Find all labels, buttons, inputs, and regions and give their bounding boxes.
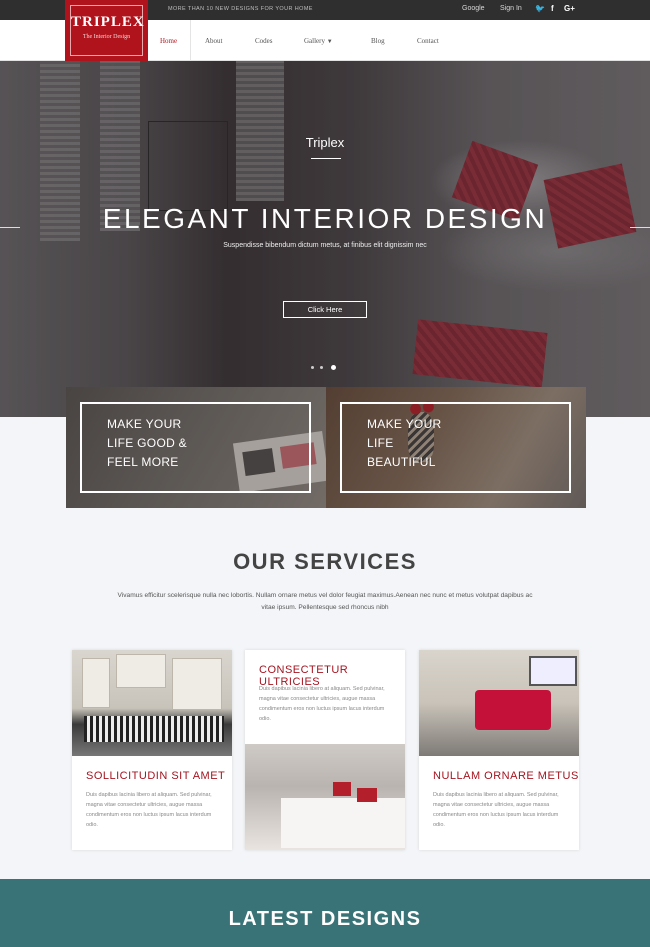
logo-subtitle: The Interior Design	[82, 34, 131, 40]
card-text: Duis dapibus lacinia libero at aliquam. …	[433, 792, 559, 828]
slider-dot-1[interactable]	[311, 366, 314, 369]
hero-small-title: Triplex	[305, 135, 345, 150]
latest-designs-section: LATEST DESIGNS	[0, 879, 650, 947]
living-window	[529, 656, 577, 686]
service-card-2[interactable]: CONSECTETUR ULTRICIES Duis dapibus lacin…	[245, 650, 405, 850]
kitchen-cabinet	[172, 658, 222, 710]
feature-box-1[interactable]: MAKE YOUR LIFE GOOD & FEEL MORE	[66, 387, 326, 508]
feature-line: LIFE	[367, 436, 394, 450]
tagline: MORE THAN 10 NEW DESIGNS FOR YOUR HOME	[168, 6, 313, 12]
logo-frame: TRIPLEX The Interior Design	[70, 5, 145, 56]
nav-divider	[190, 20, 191, 61]
nav-codes[interactable]: Codes	[255, 37, 273, 45]
nav-home[interactable]: Home	[160, 37, 177, 45]
living-sofa	[475, 690, 551, 730]
feature-line: MAKE YOUR	[107, 417, 182, 431]
feature-text-1: MAKE YOUR LIFE GOOD & FEEL MORE	[107, 415, 187, 472]
twitter-icon[interactable]: 🐦	[535, 4, 545, 13]
services-description: Vivamus efficitur scelerisque nulla nec …	[117, 592, 533, 611]
feature-box-2[interactable]: MAKE YOUR LIFE BEAUTIFUL	[326, 387, 586, 508]
latest-designs-title: LATEST DESIGNS	[228, 908, 422, 930]
kitchen-tiles	[84, 716, 224, 742]
google-link[interactable]: Google	[462, 5, 485, 12]
kitchen-cabinet	[116, 654, 166, 688]
feature-line: LIFE GOOD &	[107, 436, 187, 450]
hero-overlay	[0, 61, 650, 417]
slider-dot-3[interactable]	[331, 365, 336, 370]
site-logo[interactable]: TRIPLEX The Interior Design	[65, 0, 148, 61]
service-card-1[interactable]: SOLLICITUDIN SIT AMET Duis dapibus lacin…	[72, 650, 232, 850]
card-image-bedroom	[245, 744, 405, 850]
nav-blog[interactable]: Blog	[371, 37, 385, 45]
card-text: Duis dapibus lacinia libero at aliquam. …	[259, 686, 385, 722]
card-title: SOLLICITUDIN SIT AMET	[86, 770, 226, 782]
nav-contact[interactable]: Contact	[417, 37, 439, 45]
hero-title: ELEGANT INTERIOR DESIGN	[102, 203, 548, 234]
hero-underline	[311, 158, 341, 159]
slider-dot-2[interactable]	[320, 366, 323, 369]
facebook-icon[interactable]: f	[551, 4, 554, 13]
bedroom-pillow	[333, 782, 351, 796]
card-title: NULLAM ORNARE METUS	[433, 770, 579, 782]
feature-line: MAKE YOUR	[367, 417, 442, 431]
bedroom-pillow	[357, 788, 377, 802]
caret-down-icon: ▼	[326, 39, 333, 45]
hero-cta-button[interactable]: Click Here	[283, 301, 367, 318]
hero-slider: Triplex ELEGANT INTERIOR DESIGN Suspendi…	[0, 61, 650, 417]
feature-text-2: MAKE YOUR LIFE BEAUTIFUL	[367, 415, 442, 472]
google-plus-icon[interactable]: G+	[564, 4, 575, 13]
nav-gallery[interactable]: Gallery ▼	[304, 37, 333, 45]
nav-gallery-label: Gallery	[304, 37, 325, 45]
services-title: OUR SERVICES	[233, 549, 417, 574]
bedroom-bed	[281, 798, 405, 848]
card-image-kitchen	[72, 650, 232, 756]
kitchen-cabinet	[82, 658, 110, 708]
feature-line: FEEL MORE	[107, 455, 179, 469]
sign-in-link[interactable]: Sign In	[500, 5, 522, 12]
nav-about[interactable]: About	[205, 37, 223, 45]
feature-line: BEAUTIFUL	[367, 455, 436, 469]
card-text: Duis dapibus lacinia libero at aliquam. …	[86, 792, 212, 828]
service-card-3[interactable]: NULLAM ORNARE METUS Duis dapibus lacinia…	[419, 650, 579, 850]
logo-title: TRIPLEX	[71, 14, 145, 30]
card-image-living-room	[419, 650, 579, 756]
hero-subtitle: Suspendisse bibendum dictum metus, at fi…	[223, 242, 427, 249]
